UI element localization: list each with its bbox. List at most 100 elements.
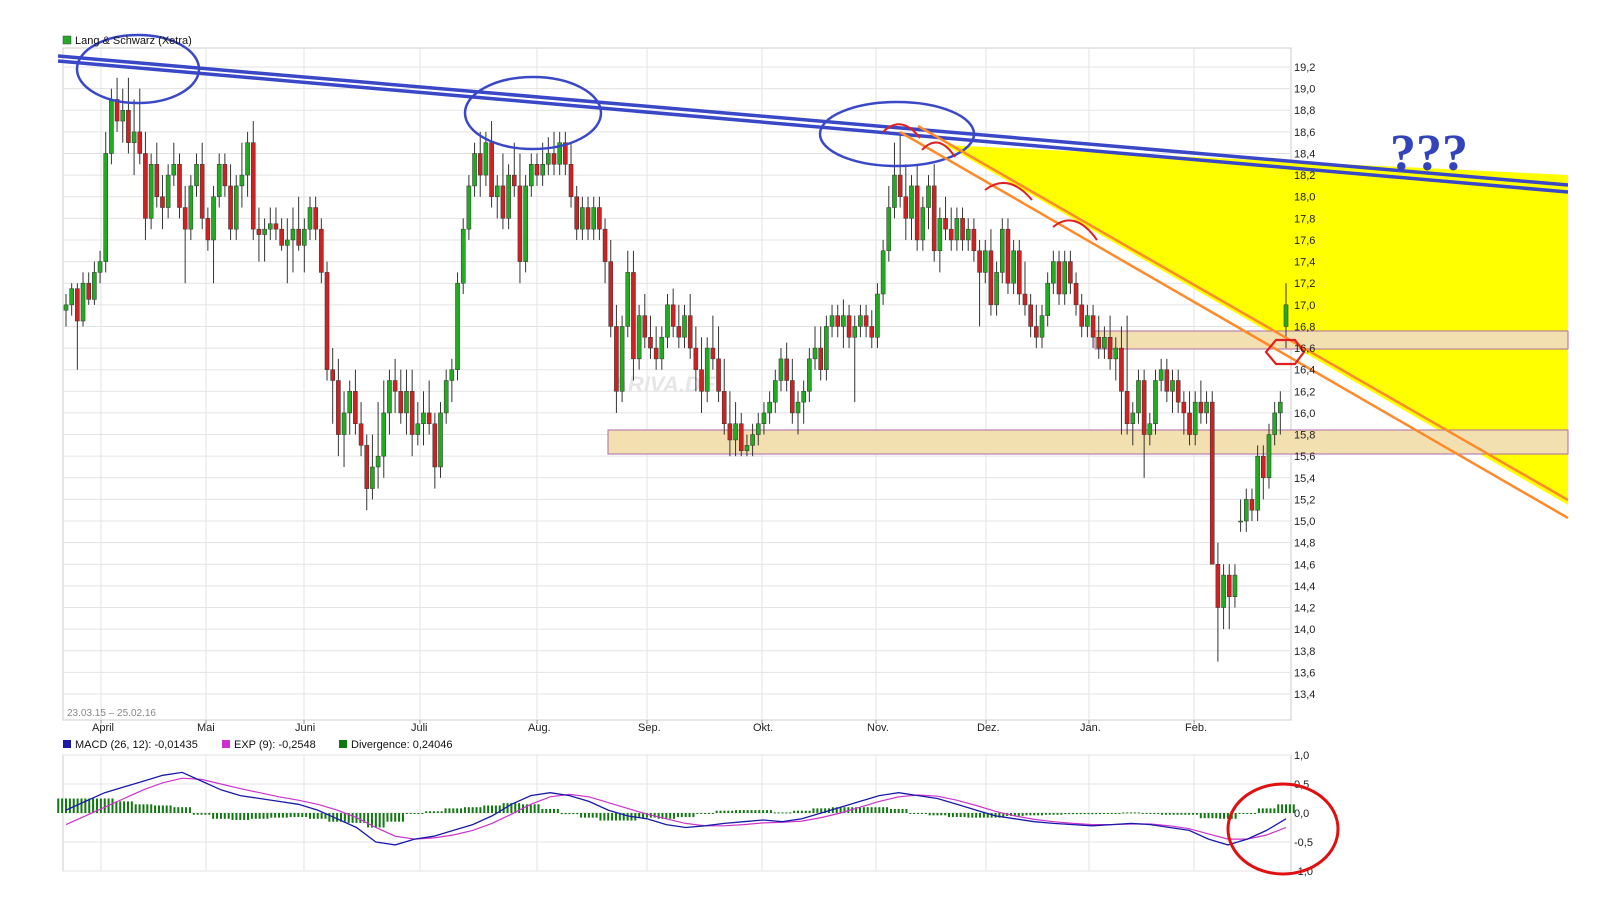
divergence-bar [456, 808, 459, 813]
candle-body [426, 412, 432, 424]
divergence-bar [700, 813, 703, 814]
divergence-bar [1137, 812, 1140, 814]
candle-body [880, 250, 886, 295]
divergence-bar [808, 810, 811, 813]
divergence-bar [336, 813, 339, 822]
divergence-bar [467, 807, 470, 813]
macd-y-tick: -0,5 [1294, 837, 1313, 849]
y-tick-label: 19,0 [1294, 84, 1315, 96]
divergence-bar [316, 813, 319, 819]
divergence-bar [889, 808, 892, 813]
candle-body [131, 131, 137, 143]
y-tick-label: 18,8 [1294, 105, 1315, 117]
x-tick-label: Juli [411, 722, 428, 734]
divergence-bar [297, 813, 300, 818]
divergence-bar [444, 808, 447, 813]
divergence-bar [688, 813, 691, 818]
candle-body [228, 185, 233, 230]
candle-body [69, 288, 74, 306]
divergence-bar [68, 798, 71, 813]
candle-body [154, 164, 160, 197]
divergence-bar [1017, 813, 1020, 816]
candle-body [903, 196, 909, 219]
y-tick-label: 13,4 [1294, 689, 1315, 701]
candle-body [1226, 574, 1232, 597]
candle-body [965, 228, 971, 241]
candle-body [988, 250, 994, 306]
divergence-bar [274, 813, 277, 818]
divergence-bar [1145, 813, 1148, 814]
divergence-bar [111, 798, 114, 813]
candle-body [1209, 401, 1215, 565]
divergence-bar [893, 808, 896, 813]
candle-body [852, 326, 858, 338]
candle-body [273, 223, 279, 230]
divergence-bar [61, 798, 64, 813]
divergence-bar [1238, 813, 1241, 814]
x-tick-label: Aug. [528, 722, 551, 734]
divergence-bar [436, 811, 439, 813]
candle-body [1215, 564, 1221, 608]
candle-body [375, 455, 381, 468]
divergence-bar [92, 798, 95, 813]
candle-body [1113, 347, 1119, 360]
y-tick-label: 18,0 [1294, 192, 1315, 204]
divergence-bar [417, 813, 420, 814]
candle-body [648, 337, 653, 349]
divergence-bar [312, 813, 315, 819]
divergence-bar [1075, 813, 1078, 815]
divergence-bar [278, 813, 281, 818]
divergence-bar [866, 807, 869, 813]
candle-body [824, 326, 829, 370]
divergence-bar [1025, 813, 1028, 816]
divergence-bar [731, 810, 734, 813]
divergence-bar [665, 813, 668, 819]
candle-body [415, 423, 421, 435]
divergence-bar [611, 813, 614, 821]
candle-body [370, 466, 375, 489]
candle-body [80, 282, 86, 322]
divergence-bar [289, 813, 292, 818]
divergence-bar [963, 813, 966, 818]
candle-body [875, 293, 880, 338]
divergence-bar [773, 812, 776, 814]
divergence-bar [471, 807, 474, 813]
divergence-bar [374, 813, 377, 828]
y-tick-label: 16,4 [1294, 365, 1315, 377]
divergence-bar [1118, 813, 1121, 814]
divergence-bar [556, 808, 559, 813]
divergence-bar [235, 813, 238, 820]
candle-body [778, 358, 784, 381]
legend-label: Lang & Schwarz (Xetra) [75, 35, 192, 47]
candle-body [1107, 337, 1113, 360]
candle-body [642, 315, 648, 338]
divergence-bar [285, 813, 288, 818]
divergence-bar [603, 813, 606, 821]
candle-body [199, 164, 205, 219]
macd-y-tick: 1,0 [1294, 750, 1309, 762]
candle-body [897, 174, 903, 197]
candle-body [585, 207, 591, 230]
candle-body [262, 228, 267, 235]
legend-swatch-macd [63, 740, 71, 748]
y-tick-label: 17,2 [1294, 278, 1315, 290]
candle-body [982, 250, 988, 273]
candle-body [540, 164, 545, 176]
divergence-bar [320, 813, 323, 819]
candle-body [818, 347, 823, 370]
candle-body [614, 326, 619, 392]
y-tick-label: 15,4 [1294, 473, 1315, 485]
candle-body [506, 174, 511, 219]
candle-body [307, 207, 313, 230]
divergence-bar [409, 813, 412, 814]
candle-body [1141, 380, 1147, 435]
candle-body [892, 174, 897, 208]
candle-body [710, 347, 716, 360]
divergence-bar [1277, 804, 1280, 813]
divergence-bar [816, 808, 819, 813]
candle-body [443, 380, 449, 414]
divergence-bar [1269, 808, 1272, 813]
y-tick-label: 14,2 [1294, 603, 1315, 615]
legend-divergence: Divergence: 0,24046 [351, 739, 453, 751]
candle-body [835, 315, 841, 327]
